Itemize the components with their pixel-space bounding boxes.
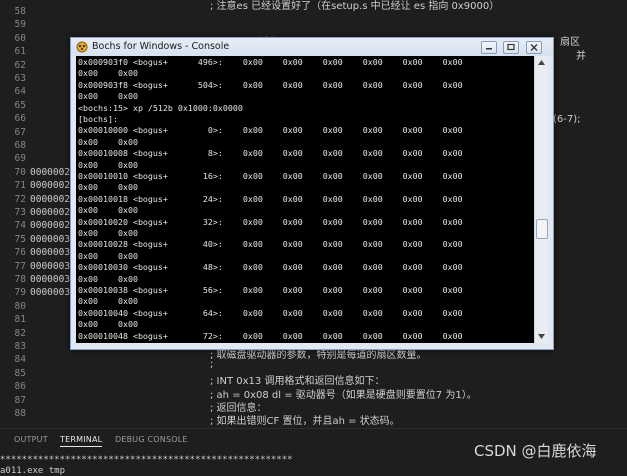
console-line: 0x00 0x00 xyxy=(78,68,138,79)
line-number: 69 xyxy=(14,153,26,165)
console-line: 0x00 0x00 xyxy=(78,205,138,216)
console-line: 0x00 0x00 xyxy=(78,159,138,170)
line-number: 67 xyxy=(14,126,26,138)
code-left-fragment: 0000002 xyxy=(30,193,71,205)
console-output[interactable]: 0x000903f0 <bogus+ 496>: 0x00 0x00 0x00 … xyxy=(76,56,534,343)
console-line: 0x00010038 <bogus+ 56>: 0x00 0x00 0x00 0… xyxy=(78,285,463,295)
tab-debug-console[interactable]: DEBUG CONSOLE xyxy=(115,435,188,444)
line-number: 66 xyxy=(14,113,26,125)
code-line-84: ; xyxy=(210,359,214,370)
chevron-down-icon xyxy=(538,334,545,339)
scrollbar-thumb[interactable] xyxy=(536,219,548,239)
line-number: 87 xyxy=(14,394,26,406)
line-number: 58 xyxy=(14,6,26,17)
line-number: 75 xyxy=(14,233,26,245)
console-line: 0x00 0x00 xyxy=(78,273,138,284)
line-number: 68 xyxy=(14,140,26,151)
console-line: 0x00010040 <bogus+ 64>: 0x00 0x00 0x00 0… xyxy=(78,307,463,318)
console-line: 0x00 0x00 xyxy=(78,319,138,330)
line-number: 59 xyxy=(14,19,26,31)
line-number: 62 xyxy=(14,59,26,71)
code-line-66-right: (6-7); xyxy=(553,114,581,125)
line-number: 81 xyxy=(14,314,26,326)
console-line: 0x00 0x00 xyxy=(78,228,138,238)
line-number: 65 xyxy=(14,99,26,111)
code-left-fragment: 0000003 xyxy=(30,233,71,245)
bochs-app-icon xyxy=(76,41,88,53)
line-number: 80 xyxy=(14,300,26,312)
code-line-61-right: 并 xyxy=(576,51,586,62)
code-left-fragment: 0000002 xyxy=(30,180,71,192)
window-titlebar[interactable]: Bochs for Windows - Console xyxy=(71,38,553,56)
console-line: 0x00010010 <bogus+ 16>: 0x00 0x00 0x00 0… xyxy=(78,171,463,181)
console-line: 0x00 0x00 xyxy=(78,296,138,307)
console-line: 0x00 0x00 xyxy=(78,182,138,193)
tab-output[interactable]: OUTPUT xyxy=(14,435,48,444)
console-line: <bochs:15> xp /512b 0x1000:0x0000 xyxy=(78,102,243,113)
line-number: 83 xyxy=(14,341,26,352)
console-line: [bochs]: xyxy=(78,114,118,124)
code-left-fragment: 0000003 xyxy=(30,260,71,272)
code-line-85: ; INT 0x13 调用格式和返回信息如下： xyxy=(210,376,385,387)
line-number: 85 xyxy=(14,367,26,379)
line-number: 76 xyxy=(14,247,26,259)
console-line: 0x00 0x00 xyxy=(78,91,138,102)
line-number: 86 xyxy=(14,381,26,393)
code-left-fragment: 0000003 xyxy=(30,287,71,299)
watermark: CSDN @白鹿依海 xyxy=(474,442,597,460)
code-line-60-right: 扇区 xyxy=(560,37,580,48)
line-number: 77 xyxy=(14,260,26,272)
line-number: 78 xyxy=(14,274,26,285)
chevron-up-icon xyxy=(538,60,545,65)
line-number: 74 xyxy=(14,220,26,232)
console-line: 0x00 0x00 xyxy=(78,250,138,261)
maximize-button[interactable] xyxy=(503,41,519,54)
maximize-icon xyxy=(507,43,515,51)
console-line: 0x00010000 <bogus+ 0>: 0x00 0x00 0x00 0x… xyxy=(78,125,463,136)
code-left-fragment: 0000003 xyxy=(30,274,71,285)
line-number: 72 xyxy=(14,193,26,205)
console-line: 0x00010020 <bogus+ 32>: 0x00 0x00 0x00 0… xyxy=(78,216,463,227)
line-number: 71 xyxy=(14,180,26,192)
window-title: Bochs for Windows - Console xyxy=(92,41,230,52)
code-left-fragment: 0000002 xyxy=(30,220,71,232)
console-line: 0x00010048 <bogus+ 72>: 0x00 0x00 0x00 0… xyxy=(78,330,463,341)
line-number: 64 xyxy=(14,86,26,98)
line-number: 82 xyxy=(14,327,26,339)
bochs-console-window[interactable]: Bochs for Windows - Console 0x000903f0 <… xyxy=(70,37,554,350)
line-number: 88 xyxy=(14,408,26,419)
line-number: 70 xyxy=(14,166,26,178)
console-line: 0x00 0x00 xyxy=(78,136,138,147)
terminal-separator-line: ****************************************… xyxy=(0,455,293,465)
line-number: 84 xyxy=(14,354,26,366)
code-line-88: ; 如果出错则CF 置位，并且ah = 状态码。 xyxy=(210,416,400,427)
scroll-up-button[interactable] xyxy=(535,56,548,69)
console-line: 0x00010018 <bogus+ 24>: 0x00 0x00 0x00 0… xyxy=(78,193,463,204)
terminal-last-line: a011.exe tmp xyxy=(0,466,66,476)
line-number: 73 xyxy=(14,207,26,218)
minimize-button[interactable] xyxy=(481,41,497,54)
console-line: 0x000903f8 <bogus+ 504>: 0x00 0x00 0x00 … xyxy=(78,79,463,90)
line-number: 63 xyxy=(14,73,26,84)
close-icon xyxy=(530,44,538,51)
line-number: 60 xyxy=(14,32,26,44)
console-line: 0x00010008 <bogus+ 8>: 0x00 0x00 0x00 0x… xyxy=(78,148,463,159)
code-left-fragment: 0000003 xyxy=(30,247,71,259)
code-left-fragment: 0000002 xyxy=(30,166,71,178)
console-line: 0x000903f0 <bogus+ 496>: 0x00 0x00 0x00 … xyxy=(78,57,463,67)
console-line: 0x00010028 <bogus+ 40>: 0x00 0x00 0x00 0… xyxy=(78,239,463,250)
line-number: 79 xyxy=(14,287,26,299)
console-line: 0x00010030 <bogus+ 48>: 0x00 0x00 0x00 0… xyxy=(78,262,463,273)
close-button[interactable] xyxy=(526,41,542,54)
minimize-icon xyxy=(486,48,492,50)
scroll-down-button[interactable] xyxy=(535,330,548,343)
code-line-58: ; 注意es 已经设置好了（在setup.s 中已经让 es 指向 0x9000… xyxy=(210,1,500,12)
tab-terminal[interactable]: TERMINAL xyxy=(60,435,103,447)
vertical-scrollbar[interactable] xyxy=(534,56,548,343)
line-number: 61 xyxy=(14,46,26,58)
code-left-fragment: 0000002 xyxy=(30,207,71,218)
